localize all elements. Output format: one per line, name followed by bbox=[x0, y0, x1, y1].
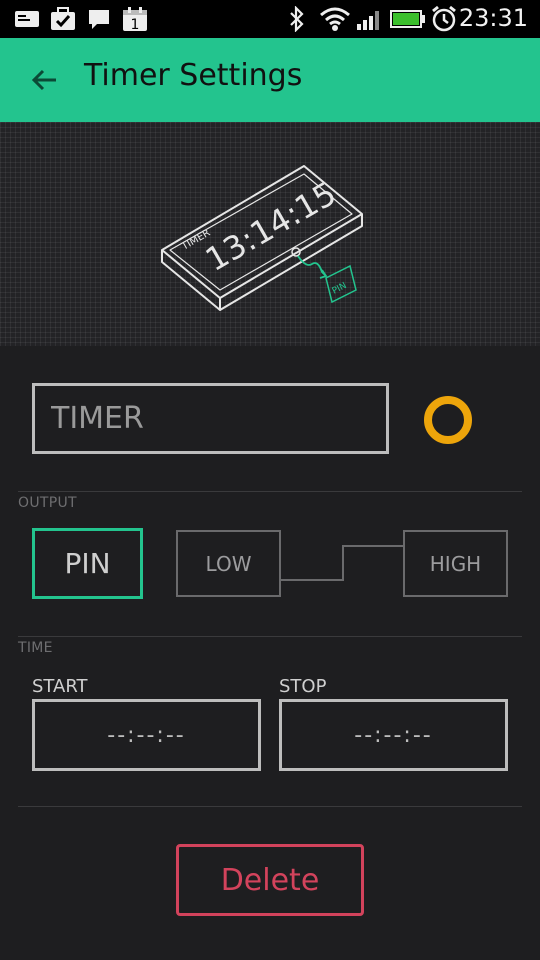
low-value-button[interactable]: LOW bbox=[176, 530, 281, 597]
timer-illustration: TIMER 13:14:15 PIN bbox=[0, 122, 540, 346]
time-section-label: TIME bbox=[18, 640, 53, 656]
timer-name-input[interactable] bbox=[32, 383, 389, 454]
pin-select-button[interactable]: PIN bbox=[32, 528, 143, 599]
divider bbox=[18, 806, 522, 807]
briefcase-check-icon bbox=[50, 6, 76, 32]
color-picker-button[interactable] bbox=[424, 396, 472, 444]
status-time: 23:31 bbox=[458, 4, 528, 32]
back-button[interactable] bbox=[24, 60, 64, 100]
divider bbox=[18, 491, 522, 492]
delete-button[interactable]: Delete bbox=[176, 844, 364, 916]
calendar-icon: 1 bbox=[122, 6, 148, 32]
arrow-left-icon bbox=[31, 69, 56, 91]
status-bar: 1 23:31 bbox=[0, 0, 540, 38]
stop-time-field[interactable]: --:--:-- bbox=[279, 699, 508, 771]
start-label: START bbox=[32, 676, 88, 697]
page-title: Timer Settings bbox=[84, 58, 303, 93]
svg-text:1: 1 bbox=[131, 17, 140, 32]
battery-icon bbox=[390, 6, 426, 32]
app-bar: Timer Settings bbox=[0, 38, 540, 122]
start-time-field[interactable]: --:--:-- bbox=[32, 699, 261, 771]
wifi-icon bbox=[318, 6, 352, 32]
bluetooth-icon bbox=[286, 6, 308, 32]
stop-label: STOP bbox=[279, 676, 327, 697]
signal-icon bbox=[356, 6, 384, 32]
output-section-label: OUTPUT bbox=[18, 495, 77, 511]
mail-icon bbox=[14, 6, 40, 32]
message-icon bbox=[87, 6, 111, 32]
alarm-icon bbox=[430, 5, 458, 32]
device-time: 13:14:15 bbox=[199, 174, 342, 279]
divider bbox=[18, 636, 522, 637]
high-value-button[interactable]: HIGH bbox=[403, 530, 508, 597]
